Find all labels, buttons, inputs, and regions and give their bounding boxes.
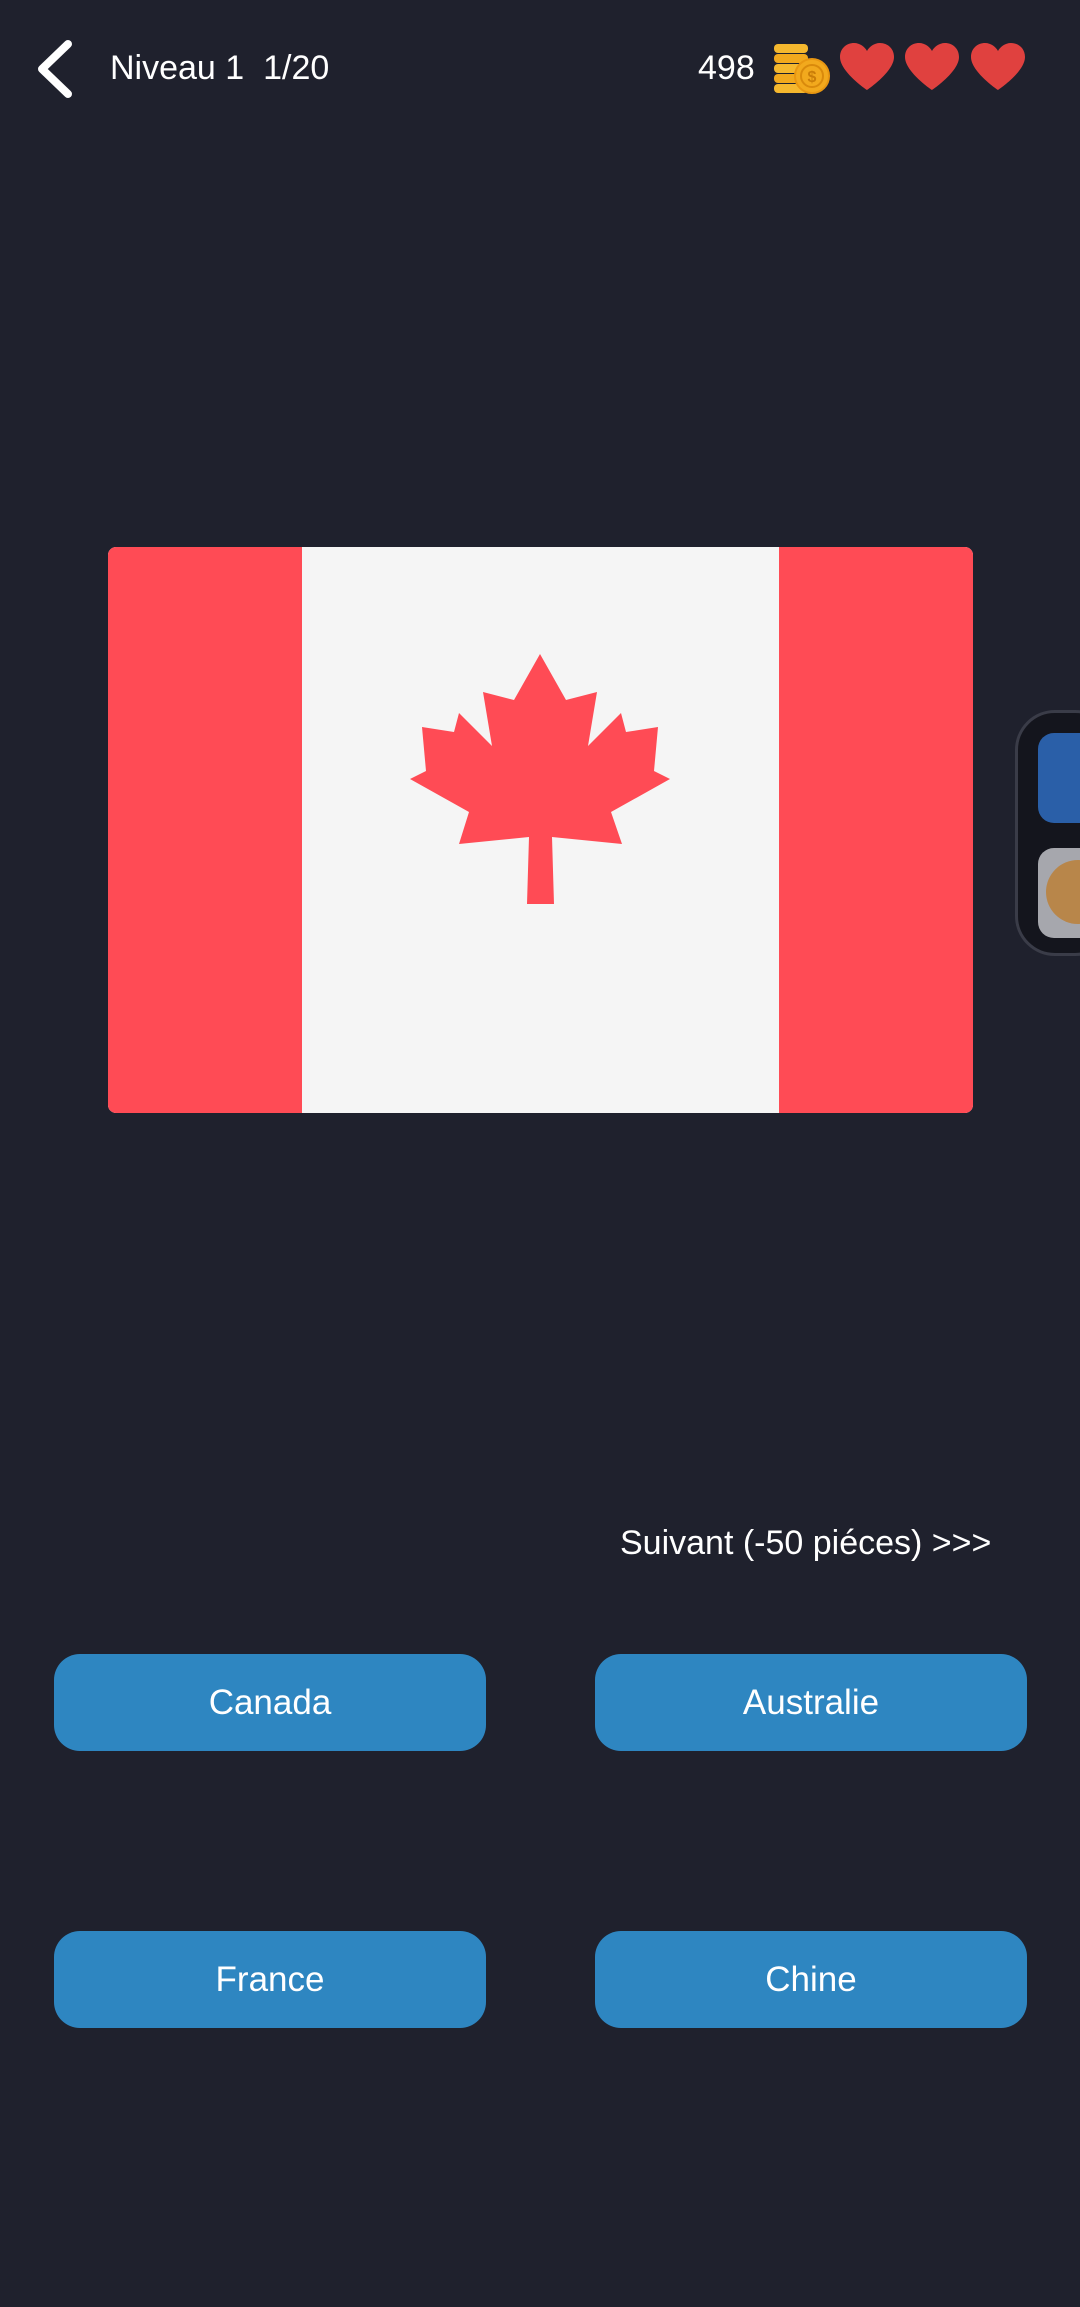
back-button[interactable] [30,36,80,102]
top-bar: Niveau 1 1/20 498 $ [0,0,1080,140]
coins-icon: $ [770,38,830,96]
app-shortcut[interactable] [1038,733,1080,823]
heart-icon [969,42,1027,92]
question-progress: 1/20 [263,49,330,87]
canada-flag [108,547,973,1113]
svg-text:$: $ [808,69,817,86]
answer-button-3[interactable]: France [54,1931,486,2028]
answer-button-4[interactable]: Chine [595,1931,1027,2028]
coin-app-icon [1046,860,1080,924]
answer-button-2[interactable]: Australie [595,1654,1027,1751]
skip-next-button[interactable]: Suivant (-50 piéces) >>> [620,1518,991,1568]
level-name: Niveau 1 [110,49,245,87]
heart-icon [903,42,961,92]
answer-button-1[interactable]: Canada [54,1654,486,1751]
coin-count: 498 [698,49,755,87]
heart-icon [838,42,896,92]
level-title: Niveau 1 1/20 [110,46,329,90]
chevron-left-icon [38,40,72,98]
floating-app-widget[interactable] [1015,710,1080,956]
app-shortcut[interactable] [1038,848,1080,938]
